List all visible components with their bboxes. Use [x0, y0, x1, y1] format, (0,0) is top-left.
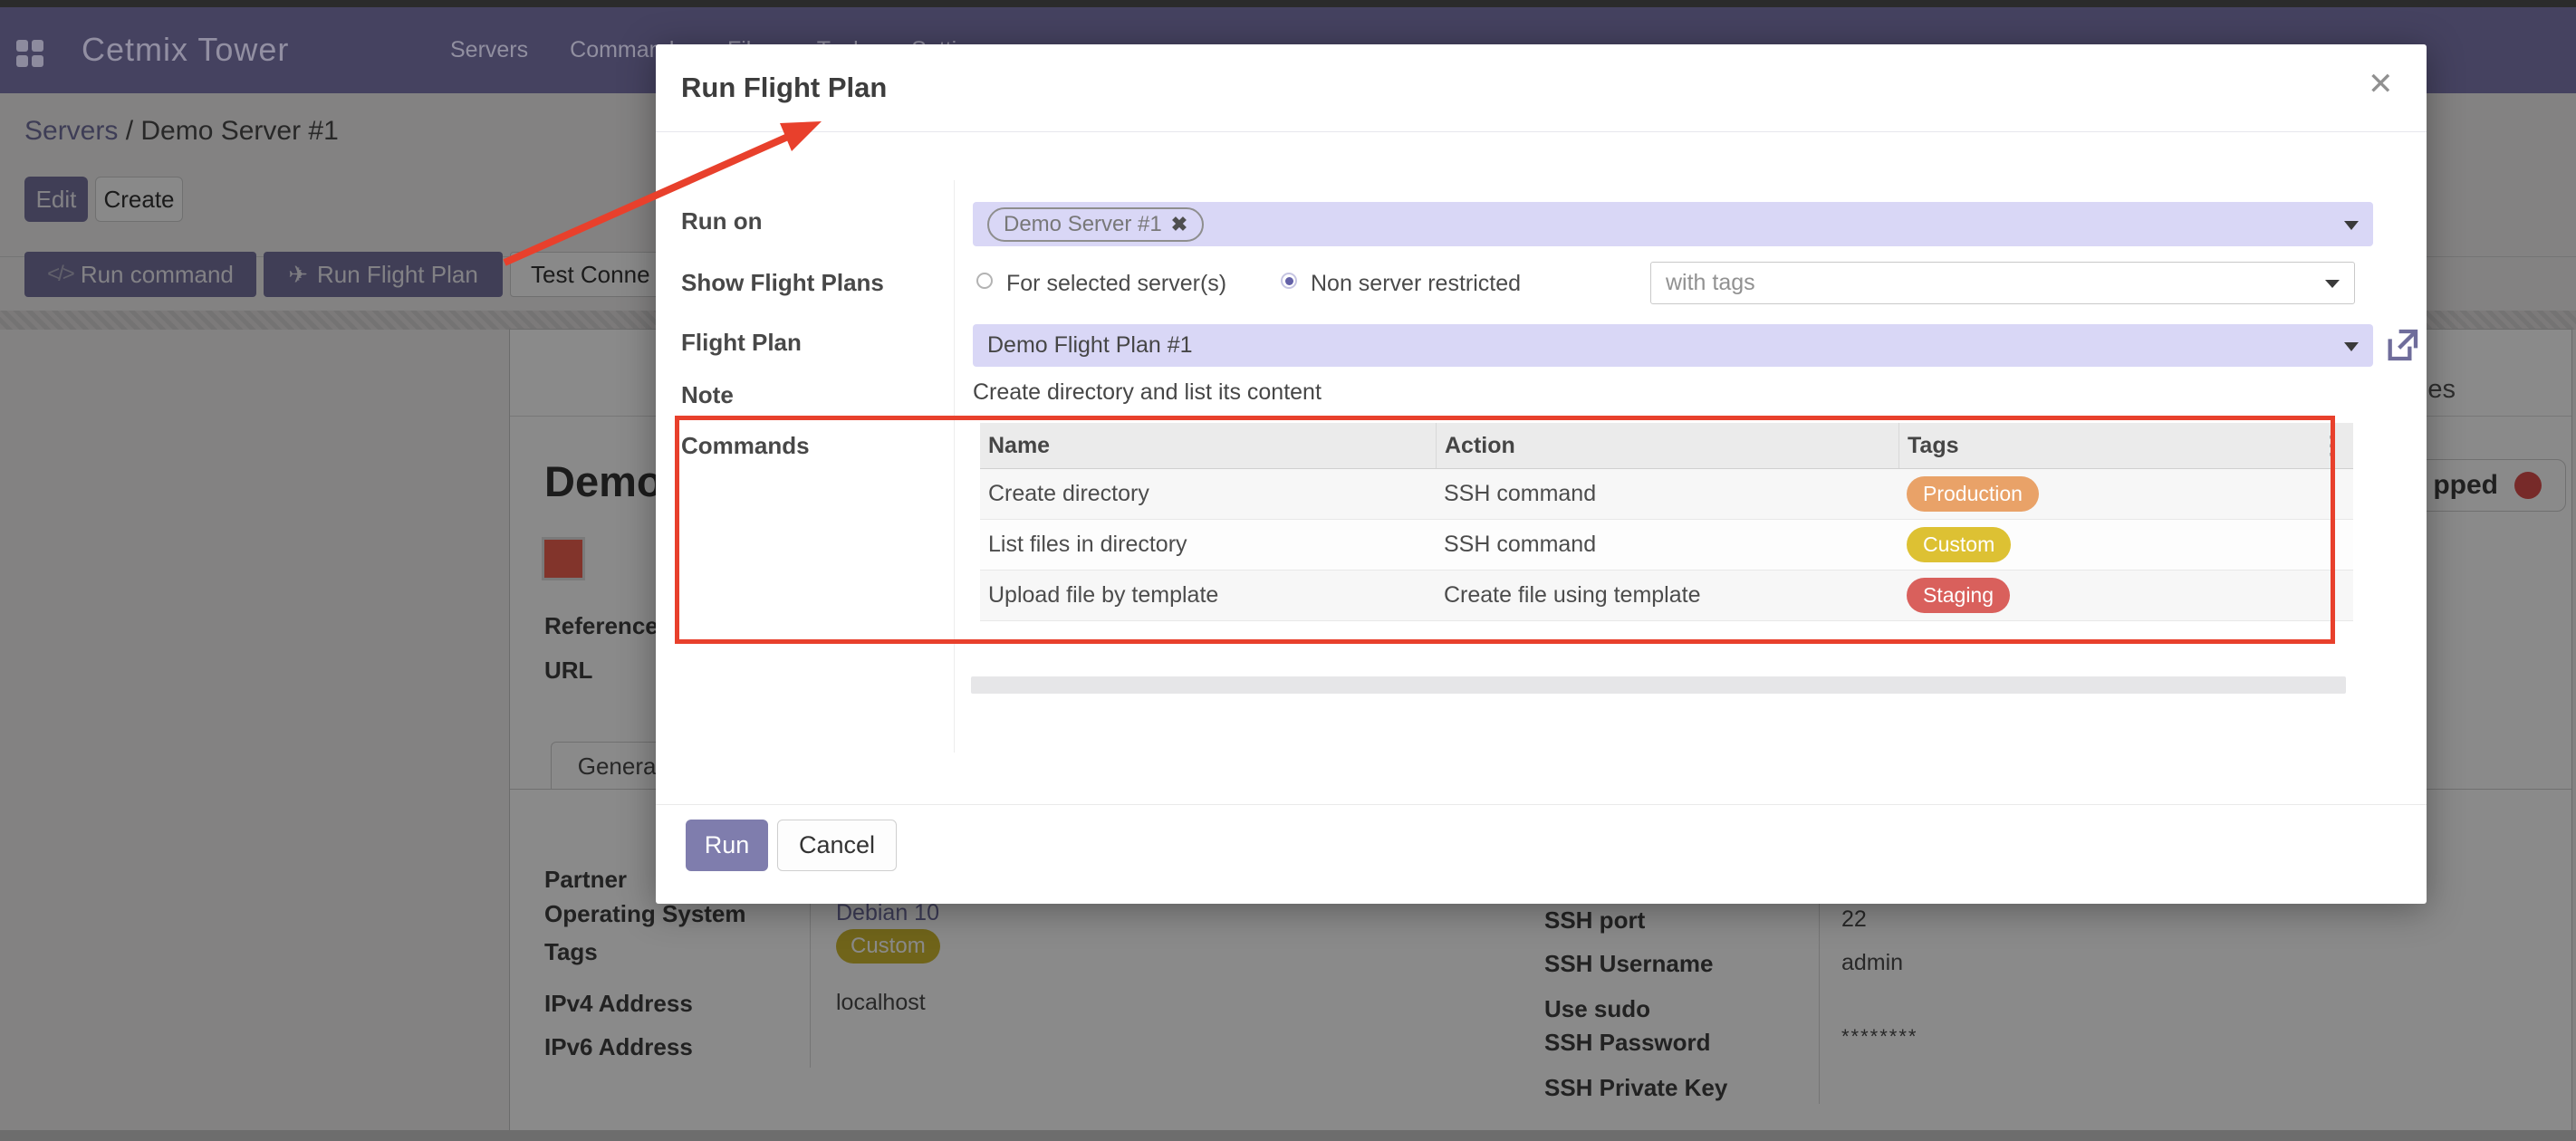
run-on-tag-label: Demo Server #1 — [1004, 212, 1162, 237]
run-on-label: Run on — [681, 207, 763, 235]
menu-item-servers[interactable]: Servers — [450, 37, 528, 63]
radio-for-selected-servers-label[interactable]: For selected server(s) — [1006, 271, 1226, 297]
note-value: Create directory and list its content — [973, 379, 1322, 406]
external-link-icon[interactable] — [2384, 327, 2420, 363]
radio-for-selected-servers[interactable] — [976, 273, 993, 289]
run-on-select[interactable]: Demo Server #1 ✖ — [973, 202, 2373, 246]
modal-footer-divider — [656, 804, 2427, 805]
note-label: Note — [681, 381, 734, 409]
run-button[interactable]: Run — [686, 820, 768, 871]
tag-remove-icon[interactable]: ✖ — [1171, 213, 1187, 236]
screen: Cetmix Tower Servers Commands Files Tool… — [0, 0, 2576, 1141]
radio-non-server-restricted-label[interactable]: Non server restricted — [1311, 271, 1521, 297]
cancel-button[interactable]: Cancel — [777, 820, 897, 871]
annotation-rectangle — [675, 416, 2335, 644]
flight-plan-value: Demo Flight Plan #1 — [987, 332, 1193, 359]
radio-non-server-restricted[interactable] — [1281, 273, 1297, 289]
brand-logo[interactable]: Cetmix Tower — [82, 31, 289, 69]
modal-title: Run Flight Plan — [681, 72, 887, 104]
run-on-server-tag: Demo Server #1 ✖ — [987, 207, 1204, 242]
horizontal-scrollbar[interactable] — [971, 676, 2346, 694]
flight-plan-label: Flight Plan — [681, 329, 802, 357]
modal-header-divider — [656, 131, 2427, 132]
window-top-strip — [0, 0, 2576, 7]
close-icon[interactable]: ✕ — [2368, 66, 2394, 102]
apps-grid-icon[interactable] — [16, 40, 43, 67]
show-flight-plans-label: Show Flight Plans — [681, 269, 884, 297]
with-tags-placeholder: with tags — [1666, 270, 1755, 296]
dropdown-caret-icon — [2325, 280, 2340, 288]
dropdown-caret-icon — [2344, 342, 2359, 351]
dropdown-caret-icon — [2344, 221, 2359, 230]
flight-plan-select[interactable]: Demo Flight Plan #1 — [973, 324, 2373, 367]
with-tags-select[interactable]: with tags — [1650, 262, 2355, 304]
